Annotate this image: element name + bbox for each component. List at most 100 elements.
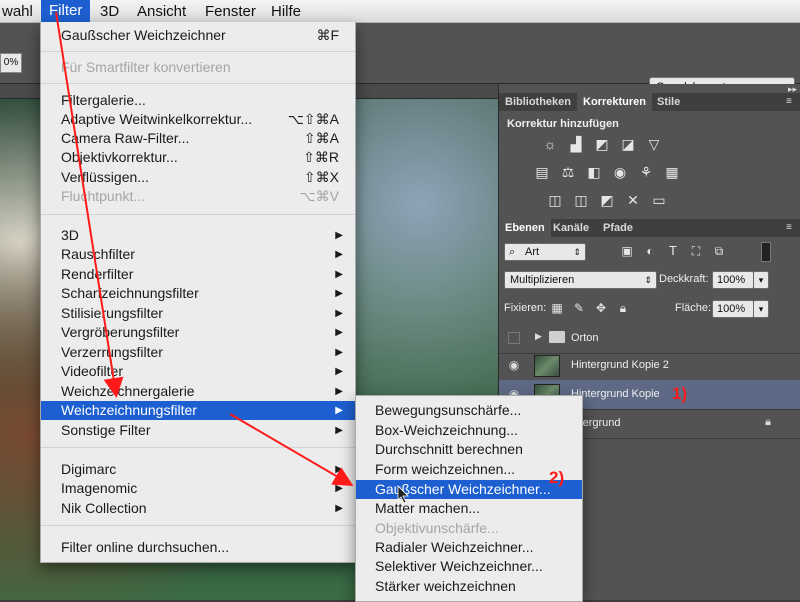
menu-item-label: Radialer Weichzeichner... — [375, 539, 534, 555]
menu-item-label: Verzerrungsfilter — [61, 344, 163, 360]
fill-dropdown[interactable]: ▾ — [753, 300, 769, 318]
menu-item-scharfzeichnungsfilter[interactable]: Scharfzeichnungsfilter ▶ — [41, 284, 355, 303]
type-filter-icon[interactable]: T — [665, 243, 681, 259]
adjustment-filter-icon[interactable]: ◐ — [642, 243, 658, 259]
menu-item-digimarc[interactable]: Digimarc ▶ — [41, 460, 355, 479]
menu-item-filtergalerie[interactable]: Filtergalerie... — [41, 91, 355, 110]
menu-item-label: Für Smartfilter konvertieren — [61, 59, 231, 75]
menu-ansicht[interactable]: Ansicht — [137, 2, 186, 22]
lock-label: Fixieren: — [504, 302, 547, 314]
tab-korrekturen[interactable]: Korrekturen — [577, 93, 652, 111]
eye-icon[interactable]: ◉ — [507, 358, 521, 372]
fill-field[interactable]: 100% — [712, 300, 754, 318]
submenu-item-staerker-weichzeichnen[interactable]: Stärker weichzeichnen — [356, 577, 582, 596]
menu-item-vergroeberungsfilter[interactable]: Vergröberungsfilter ▶ — [41, 323, 355, 342]
menu-item-last-filter[interactable]: Gaußscher Weichzeichner ⌘F — [41, 26, 355, 45]
exposure-icon[interactable]: ◪ — [620, 136, 636, 152]
black-white-icon[interactable]: ◧ — [586, 164, 602, 180]
brightness-icon[interactable]: ☼ — [542, 136, 558, 152]
menu-item-label: Imagenomic — [61, 480, 138, 496]
menu-item-objektivkorrektur[interactable]: Objektivkorrektur... ⇧⌘R — [41, 148, 355, 167]
submenu-item-radialer-weichzeichner[interactable]: Radialer Weichzeichner... — [356, 538, 582, 557]
submenu-item-bewegungsunschaerfe[interactable]: Bewegungsunschärfe... — [356, 401, 582, 420]
menu-item-filter-online[interactable]: Filter online durchsuchen... — [41, 538, 355, 557]
menu-item-weichzeichnungsfilter[interactable]: Weichzeichnungsfilter ▶ — [41, 401, 355, 420]
levels-icon[interactable]: ▟ — [568, 136, 584, 152]
menu-auswahl[interactable]: wahl — [2, 2, 33, 22]
shape-filter-icon[interactable]: ⛶ — [688, 243, 704, 259]
menu-3d[interactable]: 3D — [100, 2, 119, 22]
layer-row-orton[interactable]: ▶ Orton — [499, 324, 800, 354]
color-lookup-icon[interactable]: ▦ — [664, 164, 680, 180]
submenu-arrow-icon: ▶ — [335, 269, 343, 280]
menu-item-label: Weichzeichnungsfilter — [61, 402, 197, 418]
gradient-triangle-icon[interactable]: ▽ — [646, 136, 662, 152]
posterize-icon[interactable]: ◫ — [573, 192, 589, 208]
menu-item-label: Videofilter — [61, 363, 124, 379]
tab-ebenen[interactable]: Ebenen — [499, 219, 551, 237]
menu-item-weichzeichnergalerie[interactable]: Weichzeichnergalerie ▶ — [41, 382, 355, 401]
menu-hilfe[interactable]: Hilfe — [271, 2, 301, 22]
gradient-map-icon[interactable]: ▭ — [651, 192, 667, 208]
layer-kind-label: Art — [525, 246, 540, 258]
layer-row-hintergrund-kopie-2[interactable]: ◉ Hintergrund Kopie 2 — [499, 351, 800, 381]
menu-item-label: Renderfilter — [61, 266, 134, 282]
menu-item-nik-collection[interactable]: Nik Collection ▶ — [41, 499, 355, 518]
curves-icon[interactable]: ◩ — [594, 136, 610, 152]
menu-item-videofilter[interactable]: Videofilter ▶ — [41, 362, 355, 381]
filter-toggle-switch[interactable] — [761, 242, 771, 262]
lock-all-icon[interactable]: 🔒︎ — [615, 300, 631, 316]
submenu-arrow-icon: ▶ — [335, 503, 343, 514]
disclosure-triangle-icon[interactable]: ▶ — [535, 331, 542, 342]
menu-item-renderfilter[interactable]: Renderfilter ▶ — [41, 265, 355, 284]
tab-stile[interactable]: Stile — [651, 93, 686, 111]
tab-pfade[interactable]: Pfade — [597, 219, 639, 237]
menu-fenster[interactable]: Fenster — [205, 2, 256, 22]
color-balance-icon[interactable]: ⚖ — [560, 164, 576, 180]
menu-item-camera-raw[interactable]: Camera Raw-Filter... ⇧⌘A — [41, 129, 355, 148]
submenu-item-selektiver-weichzeichner[interactable]: Selektiver Weichzeichner... — [356, 557, 582, 576]
menu-item-verzerrungsfilter[interactable]: Verzerrungsfilter ▶ — [41, 343, 355, 362]
invert-icon[interactable]: ◫ — [547, 192, 563, 208]
zoom-field[interactable]: 0% — [0, 53, 22, 73]
selective-color-icon[interactable]: ✕ — [625, 192, 641, 208]
lock-position-icon[interactable]: ✥ — [593, 300, 609, 316]
lock-pixels-icon[interactable]: ✎ — [571, 300, 587, 316]
opacity-dropdown[interactable]: ▾ — [753, 271, 769, 289]
photo-filter-icon[interactable]: ◉ — [612, 164, 628, 180]
threshold-icon[interactable]: ◩ — [599, 192, 615, 208]
submenu-item-box-weichzeichnung[interactable]: Box-Weichzeichnung... — [356, 421, 582, 440]
menu-item-3d[interactable]: 3D ▶ — [41, 226, 355, 245]
visibility-toggle-off[interactable] — [508, 332, 520, 344]
lock-transparency-icon[interactable]: ▦ — [549, 300, 565, 316]
tab-kanaele[interactable]: Kanäle — [547, 219, 595, 237]
menu-filter[interactable]: Filter — [41, 0, 91, 22]
menu-item-imagenomic[interactable]: Imagenomic ▶ — [41, 479, 355, 498]
blend-mode-select[interactable]: Multiplizieren ⇕ — [504, 271, 657, 289]
menu-item-verfluessigen[interactable]: Verflüssigen... ⇧⌘X — [41, 168, 355, 187]
menu-item-shortcut: ⌥⇧⌘A — [287, 111, 339, 127]
vibrance-icon[interactable]: ▤ — [534, 164, 550, 180]
submenu-item-matter-machen[interactable]: Matter machen... — [356, 499, 582, 518]
layer-kind-filter[interactable]: ⌕ Art ⇕ — [504, 243, 586, 261]
menu-item-label: Gaußscher Weichzeichner... — [375, 481, 551, 497]
smart-object-filter-icon[interactable]: ⧉ — [711, 243, 727, 259]
layers-panel-menu-icon[interactable]: ≡ — [786, 222, 796, 234]
submenu-item-durchschnitt[interactable]: Durchschnitt berechnen — [356, 440, 582, 459]
menu-item-stilisierungsfilter[interactable]: Stilisierungsfilter ▶ — [41, 304, 355, 323]
menu-item-rauschfilter[interactable]: Rauschfilter ▶ — [41, 245, 355, 264]
tab-bibliotheken[interactable]: Bibliotheken — [499, 93, 577, 111]
menu-item-label: Adaptive Weitwinkelkorrektur... — [61, 111, 253, 127]
menu-item-label: Matter machen... — [375, 500, 481, 516]
panel-menu-icon[interactable]: ≡ — [786, 96, 796, 108]
menu-item-sonstige-filter[interactable]: Sonstige Filter ▶ — [41, 421, 355, 440]
menu-item-label: Digimarc — [61, 461, 117, 477]
layer-thumbnail — [534, 355, 560, 377]
filter-menu: Gaußscher Weichzeichner ⌘F Für Smartfilt… — [40, 22, 356, 563]
channel-mixer-icon[interactable]: ⚘ — [638, 164, 654, 180]
menu-item-label: Weichzeichnergalerie — [61, 383, 195, 399]
opacity-field[interactable]: 100% — [712, 271, 754, 289]
menu-item-adaptive-weitwinkel[interactable]: Adaptive Weitwinkelkorrektur... ⌥⇧⌘A — [41, 110, 355, 129]
pixel-filter-icon[interactable]: ▣ — [619, 243, 635, 259]
menu-item-fluchtpunkt: Fluchtpunkt... ⌥⌘V — [41, 187, 355, 206]
